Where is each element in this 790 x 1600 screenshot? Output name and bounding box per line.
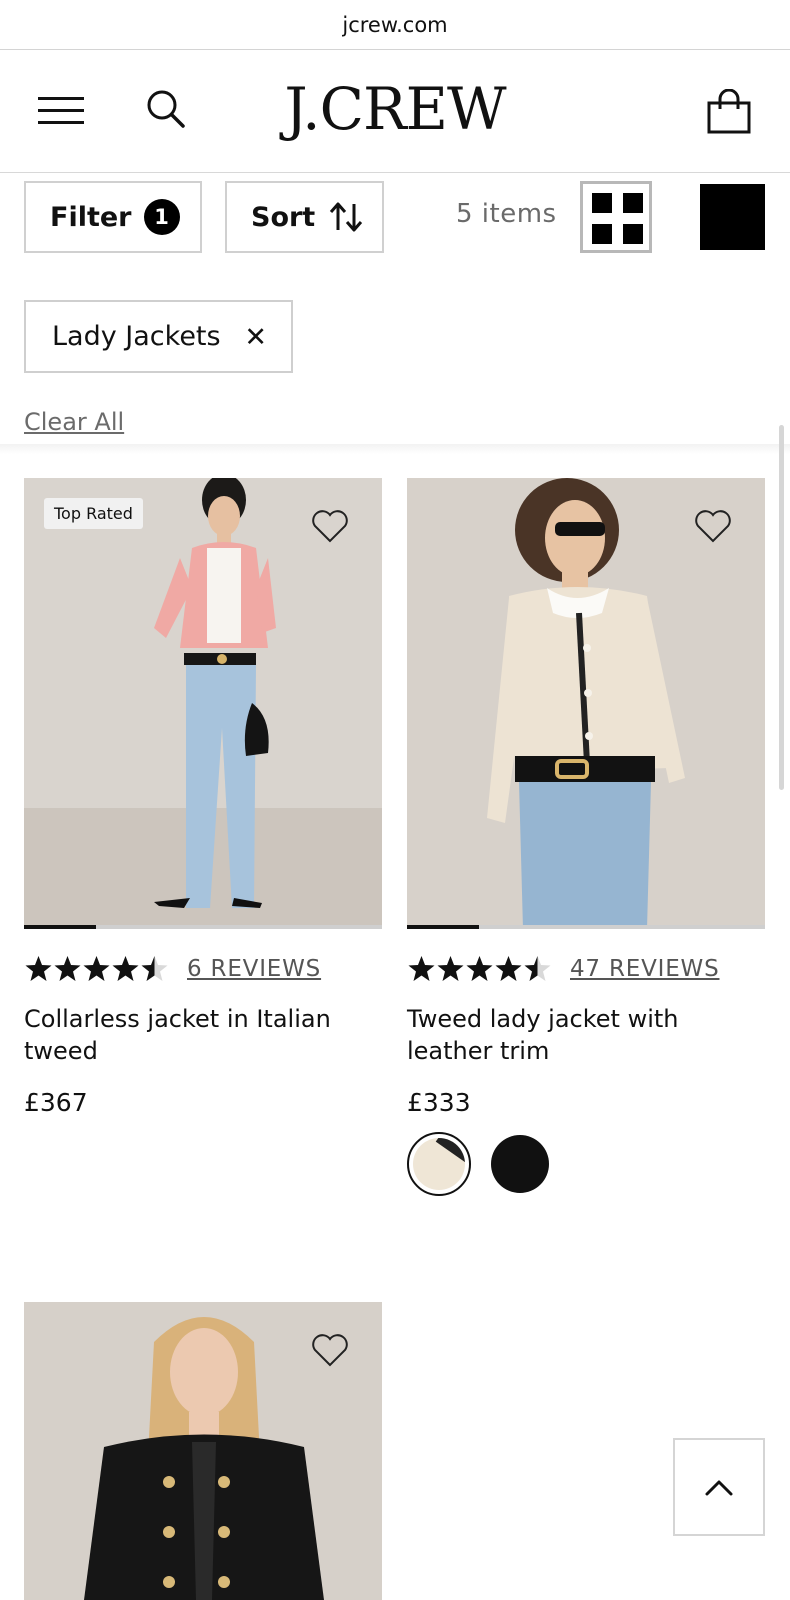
item-count: 5 items (456, 199, 557, 229)
product-photo (407, 478, 765, 929)
grid-cell-icon (623, 224, 643, 244)
product-rating: 6 REVIEWS (24, 955, 321, 983)
star-rating (24, 955, 169, 983)
product-image[interactable] (24, 1302, 382, 1600)
filter-button[interactable]: Filter 1 (24, 181, 202, 253)
product-rating: 47 REVIEWS (407, 955, 719, 983)
star-icon (466, 956, 493, 981)
product-image[interactable] (407, 478, 765, 929)
grid-cell-icon (592, 224, 612, 244)
active-filter-chip[interactable]: Lady Jackets ✕ (24, 300, 293, 373)
site-header: J.CREW (0, 51, 790, 173)
sticky-divider (0, 444, 790, 454)
star-icon (141, 956, 168, 981)
single-view-toggle[interactable] (700, 184, 765, 250)
jcrew-logo[interactable]: J.CREW (0, 75, 790, 143)
wishlist-heart-icon[interactable] (310, 508, 350, 544)
chip-label: Lady Jackets (52, 321, 221, 352)
browser-url-bar[interactable]: jcrew.com (0, 0, 790, 50)
star-icon (495, 956, 522, 981)
color-swatches (407, 1132, 549, 1196)
star-icon (54, 956, 81, 981)
product-price: £367 (24, 1088, 88, 1117)
reviews-link[interactable]: 47 REVIEWS (570, 956, 719, 982)
star-icon (408, 956, 435, 981)
product-price: £333 (407, 1088, 471, 1117)
product-name[interactable]: Tweed lady jacket with leather trim (407, 1003, 765, 1067)
wishlist-heart-icon[interactable] (693, 508, 733, 544)
star-icon (83, 956, 110, 981)
filter-label: Filter (50, 201, 132, 233)
swatch-black[interactable] (491, 1135, 549, 1193)
url-text: jcrew.com (342, 12, 448, 37)
clear-all-link[interactable]: Clear All (24, 408, 124, 436)
sort-button[interactable]: Sort (225, 181, 384, 253)
image-carousel-progress (24, 925, 382, 929)
product-card: Top Rated 6 REVIEWS Collarless jacket in… (24, 478, 382, 1168)
filter-count-badge: 1 (143, 199, 180, 235)
remove-filter-icon[interactable]: ✕ (244, 324, 267, 351)
image-carousel-progress (407, 925, 765, 929)
star-icon (437, 956, 464, 981)
star-rating (407, 955, 552, 983)
star-icon (112, 956, 139, 981)
back-to-top-button[interactable] (673, 1438, 765, 1536)
reviews-link[interactable]: 6 REVIEWS (187, 956, 321, 982)
grid-view-toggle[interactable] (580, 181, 652, 253)
top-rated-badge: Top Rated (44, 498, 143, 529)
grid-cell-icon (623, 193, 643, 213)
chevron-up-icon (705, 1480, 733, 1496)
product-card: 47 REVIEWS Tweed lady jacket with leathe… (407, 478, 765, 1198)
sort-label: Sort (251, 201, 316, 233)
sort-arrows-icon (330, 202, 363, 232)
grid-view-icon (592, 193, 612, 213)
shopping-bag-icon[interactable] (706, 89, 752, 135)
star-icon (524, 956, 551, 981)
product-name[interactable]: Collarless jacket in Italian tweed (24, 1003, 382, 1067)
product-card (24, 1302, 382, 1600)
wishlist-heart-icon[interactable] (310, 1332, 350, 1368)
scrollbar[interactable] (779, 425, 784, 790)
product-photo (24, 478, 382, 929)
star-icon (25, 956, 52, 981)
product-image[interactable]: Top Rated (24, 478, 382, 929)
swatch-ivory[interactable] (407, 1132, 471, 1196)
